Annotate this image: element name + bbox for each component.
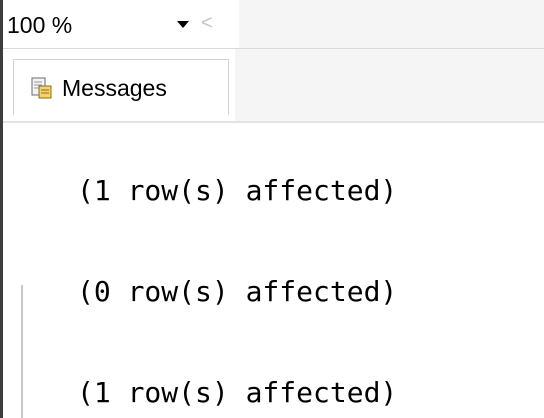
scroll-left-button[interactable]: < bbox=[201, 8, 213, 38]
zoom-select[interactable]: 100 % bbox=[7, 10, 197, 40]
horizontal-scrollbar[interactable] bbox=[239, 0, 544, 48]
message-line: (1 row(s) affected) bbox=[77, 174, 398, 207]
tab-messages[interactable]: Messages bbox=[13, 59, 229, 115]
messages-output: (1 row(s) affected) (0 row(s) affected) … bbox=[3, 123, 544, 418]
tab-strip-background bbox=[235, 49, 544, 121]
message-line: (1 row(s) affected) bbox=[77, 376, 398, 409]
messages-icon bbox=[28, 74, 56, 102]
results-pane: 100 % < Messages (1 row(s) affected) (0 … bbox=[0, 0, 544, 418]
tab-messages-label: Messages bbox=[62, 74, 167, 101]
tab-strip: Messages bbox=[3, 49, 544, 123]
chevron-down-icon[interactable] bbox=[177, 21, 189, 28]
zoom-bar: 100 % < bbox=[3, 0, 544, 49]
message-line: (0 row(s) affected) bbox=[77, 275, 398, 308]
zoom-value: 100 % bbox=[7, 12, 73, 38]
